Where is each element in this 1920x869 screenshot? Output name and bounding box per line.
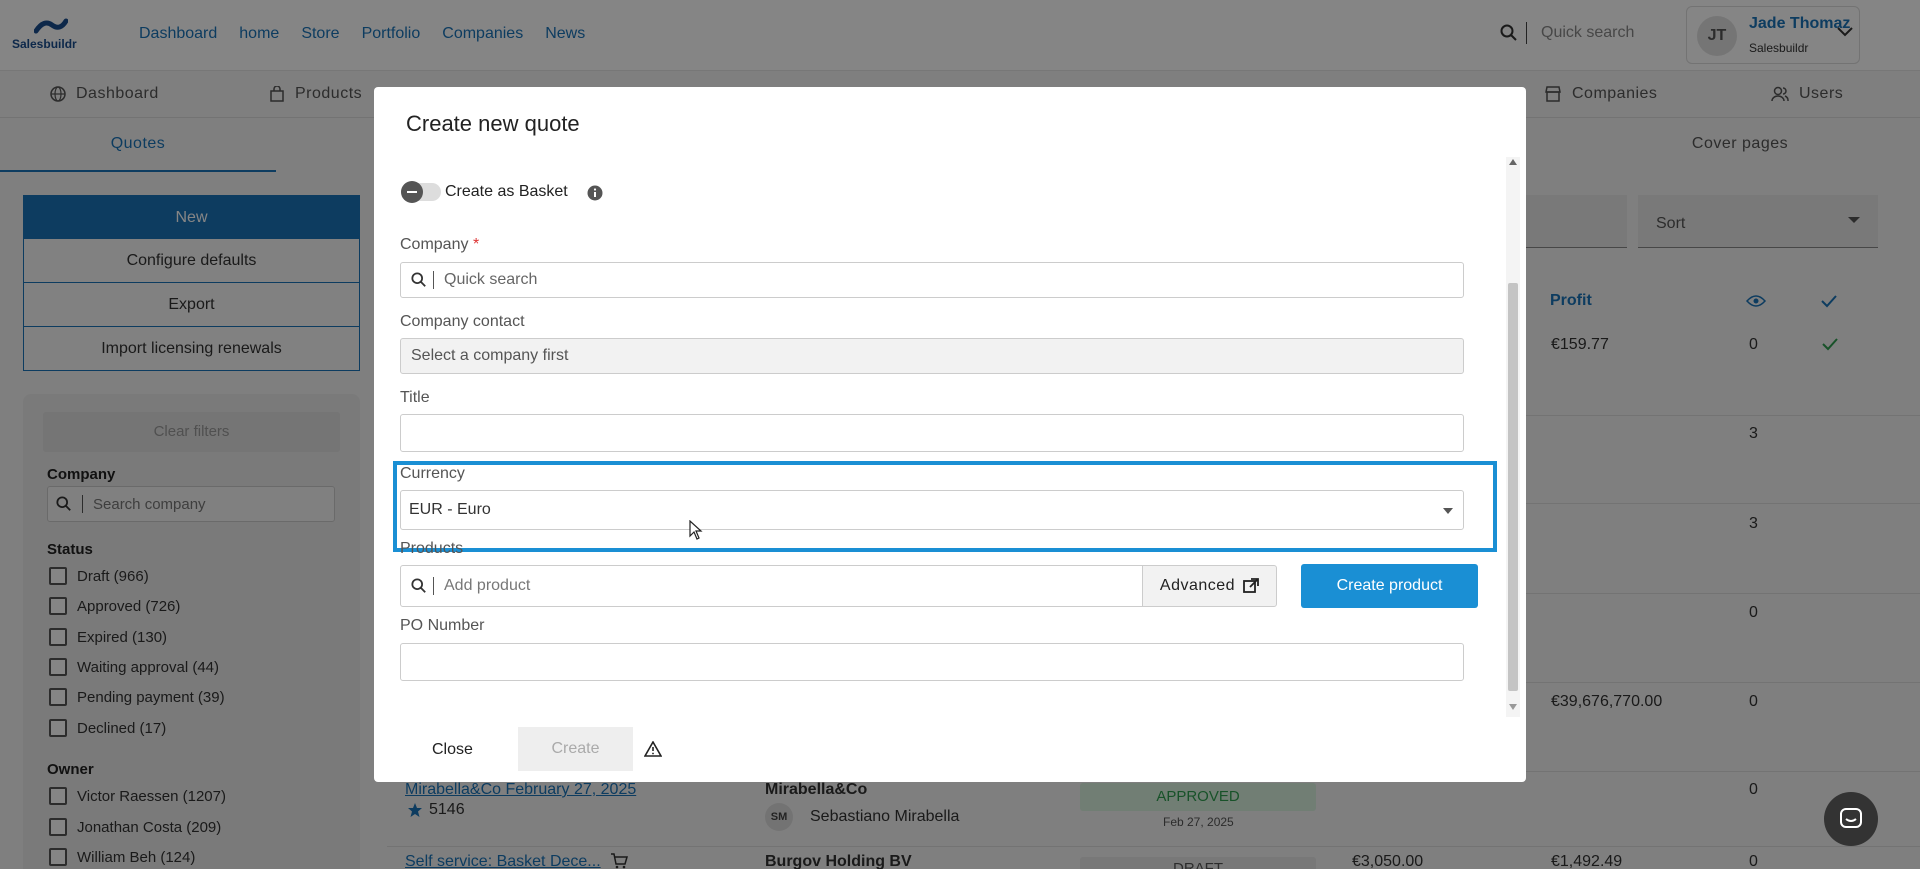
chat-widget-button[interactable] [1824,792,1878,846]
search-icon [411,578,426,593]
company-contact-label: Company contact [400,313,525,330]
scroll-down-icon[interactable] [1509,704,1517,710]
products-label: Products [400,540,464,557]
advanced-search-button[interactable]: Advanced [1142,565,1277,607]
currency-label: Currency [400,465,465,482]
company-search-input[interactable]: Quick search [400,262,1464,298]
warning-icon [644,741,662,757]
mouse-cursor-icon [689,520,703,540]
add-product-placeholder: Add product [444,577,531,594]
title-input[interactable] [400,414,1464,452]
title-label: Title [400,389,430,406]
search-icon [411,272,426,287]
create-button[interactable]: Create [518,727,633,771]
basket-toggle[interactable] [401,181,441,203]
create-quote-modal: Create new quote Create as Basket Compan… [374,87,1526,782]
modal-title: Create new quote [406,111,580,136]
po-number-input[interactable] [400,643,1464,681]
toggle-knob [401,181,423,203]
company-contact-placeholder: Select a company first [411,347,569,364]
company-contact-select: Select a company first [400,338,1464,374]
currency-select[interactable]: EUR - Euro [400,490,1464,530]
chat-icon [1840,808,1862,828]
add-product-input[interactable]: Add product [400,565,1143,607]
scroll-up-icon[interactable] [1509,159,1517,165]
modal-scrollbar-thumb[interactable] [1508,283,1518,691]
po-number-label: PO Number [400,617,485,634]
external-link-icon [1243,578,1259,593]
company-label: Company * [400,236,480,253]
required-marker: * [472,236,480,253]
advanced-label: Advanced [1159,577,1236,594]
info-icon[interactable] [587,185,603,201]
create-product-button[interactable]: Create product [1301,564,1478,608]
company-search-placeholder: Quick search [444,271,538,288]
close-button[interactable]: Close [432,741,473,759]
caret-down-icon [1443,508,1453,514]
currency-value: EUR - Euro [409,501,491,518]
basket-toggle-label: Create as Basket [445,183,568,200]
